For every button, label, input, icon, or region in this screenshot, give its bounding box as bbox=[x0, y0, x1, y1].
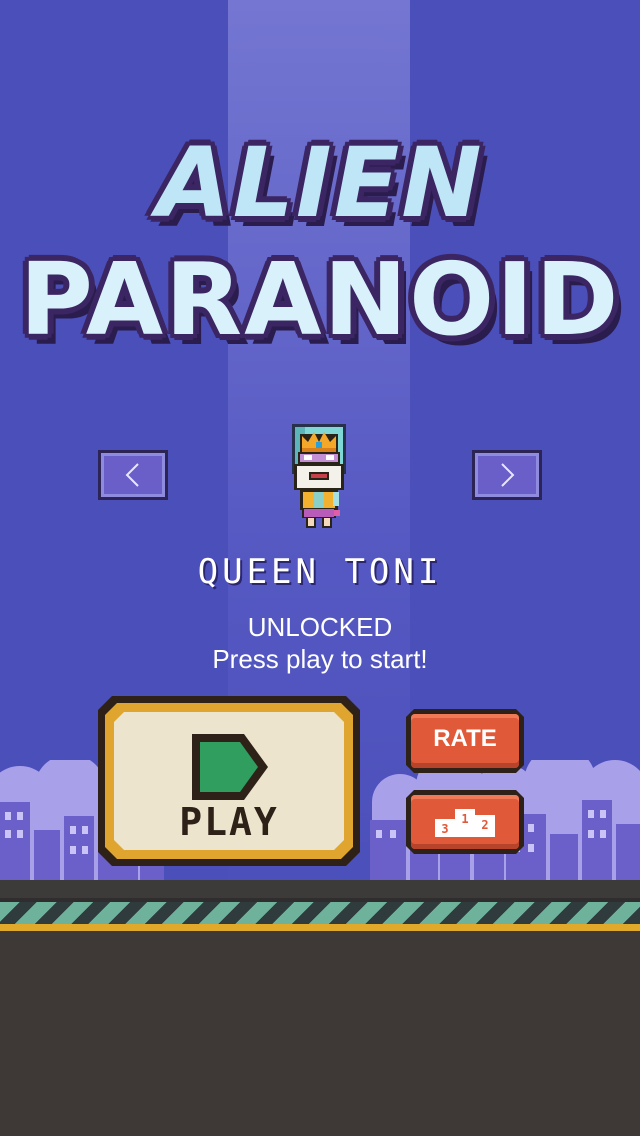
character-name: QUEEN TONI bbox=[197, 552, 443, 592]
next-character-button[interactable] bbox=[472, 450, 542, 500]
ground-edge bbox=[0, 924, 640, 931]
game-title-line2: PARANOID bbox=[19, 241, 621, 358]
podium-icon: 3 1 2 bbox=[435, 809, 495, 837]
play-button-label: PLAY bbox=[179, 800, 279, 844]
rate-button[interactable]: RATE bbox=[406, 709, 524, 773]
character-sprite bbox=[292, 424, 346, 528]
rate-button-label: RATE bbox=[433, 725, 497, 752]
start-prompt: Press play to start! bbox=[212, 644, 428, 674]
previous-character-button[interactable] bbox=[98, 450, 168, 500]
ground-stripe bbox=[0, 898, 640, 924]
play-button[interactable]: PLAY bbox=[98, 696, 360, 866]
svg-text:2: 2 bbox=[481, 818, 488, 832]
svg-text:3: 3 bbox=[441, 822, 448, 836]
ground-top bbox=[0, 880, 640, 898]
unlock-status: UNLOCKED bbox=[247, 612, 393, 642]
chevron-right-icon bbox=[501, 463, 515, 487]
play-icon bbox=[192, 734, 268, 800]
chevron-left-icon bbox=[125, 463, 139, 487]
svg-text:1: 1 bbox=[461, 812, 468, 826]
ground bbox=[0, 931, 640, 1136]
leaderboard-button[interactable]: 3 1 2 bbox=[406, 790, 524, 854]
game-screen: ALIEN PARANOID QUEEN TONI UNLOCKED Press… bbox=[0, 0, 640, 1136]
game-title-line1: ALIEN bbox=[156, 127, 484, 239]
